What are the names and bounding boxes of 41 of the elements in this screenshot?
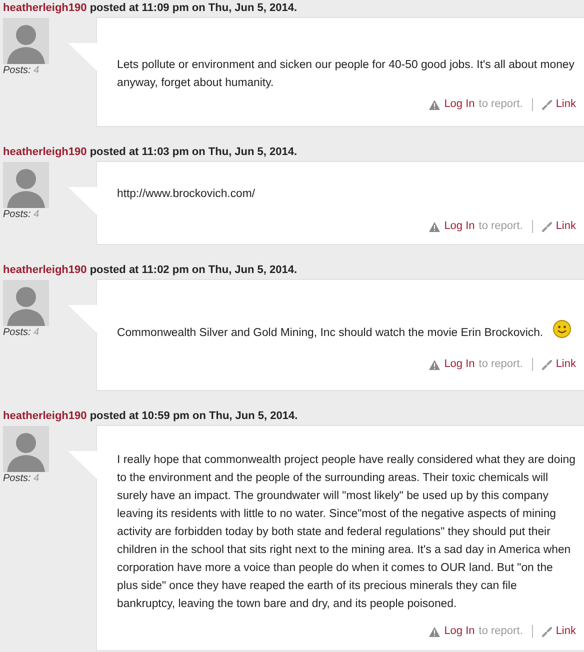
post-header: heatherleigh190 posted at 11:09 pm on Thu, Jun 5, 2014. [2, 1, 298, 16]
posts-count: Posts: 4 [3, 327, 40, 338]
permalink-link[interactable]: Link [556, 358, 576, 371]
post-header: heatherleigh190 posted at 11:03 pm on Thu, Jun 5, 2014. [2, 145, 298, 160]
permalink-link[interactable]: Link [556, 625, 576, 638]
report-text: to report. [478, 220, 523, 233]
username-link[interactable]: heatherleigh190 [3, 2, 87, 14]
username-link[interactable]: heatherleigh190 [3, 264, 87, 276]
comment-text: http://www.brockovich.com/ [117, 188, 255, 200]
username-link[interactable]: heatherleigh190 [3, 146, 87, 158]
report-text: to report. [478, 358, 523, 371]
login-link[interactable]: Log In [444, 358, 475, 371]
smiley-icon [553, 320, 572, 338]
report-text: to report. [478, 98, 523, 111]
avatar-icon [3, 18, 49, 64]
warning-icon [429, 360, 440, 370]
warning-icon [429, 626, 440, 636]
posts-count: Posts: 4 [3, 65, 40, 76]
username-link[interactable]: heatherleigh190 [3, 410, 87, 422]
permalink-link[interactable]: Link [556, 220, 576, 233]
comment-text: Lets pollute or environment and sicken our people for 40-50 good jobs. It's all about money anyway, forget about humanity. [117, 59, 574, 89]
login-link[interactable]: Log In [444, 98, 475, 111]
warning-icon [429, 100, 440, 110]
link-icon [542, 626, 552, 636]
post-header: heatherleigh190 posted at 11:02 pm on Thu, Jun 5, 2014. [2, 263, 298, 278]
link-icon [542, 100, 552, 110]
report-text: to report. [478, 625, 523, 638]
login-link[interactable]: Log In [444, 625, 475, 638]
posts-count: Posts: 4 [3, 209, 40, 220]
posts-count: Posts: 4 [3, 473, 40, 484]
comment-text: Commonwealth Silver and Gold Mining, Inc should watch the movie Erin Brockovich. [117, 327, 544, 339]
login-link[interactable]: Log In [444, 220, 475, 233]
avatar-icon [3, 426, 49, 472]
post-header: heatherleigh190 posted at 10:59 pm on Thu, Jun 5, 2014. [2, 409, 299, 424]
link-icon [542, 222, 552, 232]
link-icon [542, 360, 552, 370]
avatar-icon [3, 280, 49, 326]
comment-text: I really hope that commonwealth project people have really considered what they are doing to the environment and the people of the surrounding areas. Their toxic chemicals will surely have an impact. The groundwater will "most likely" be used up by this company leaving its residents with little to no water. Since"most of the negative aspects of mining activity are forbidden today by both state and federal regulations" they should put their children in the school that sits right next to the mining area. It's a sad day in America when corporation have more a voice than people do when it comes to OUR land. But "on the plus side" once they have reaped the earth of its precious minerals they can file bankruptcy, leaving the town bare and dry, and its people poisoned. [117, 454, 576, 610]
permalink-link[interactable]: Link [556, 98, 576, 111]
warning-icon [429, 222, 440, 232]
avatar-icon [3, 162, 49, 208]
